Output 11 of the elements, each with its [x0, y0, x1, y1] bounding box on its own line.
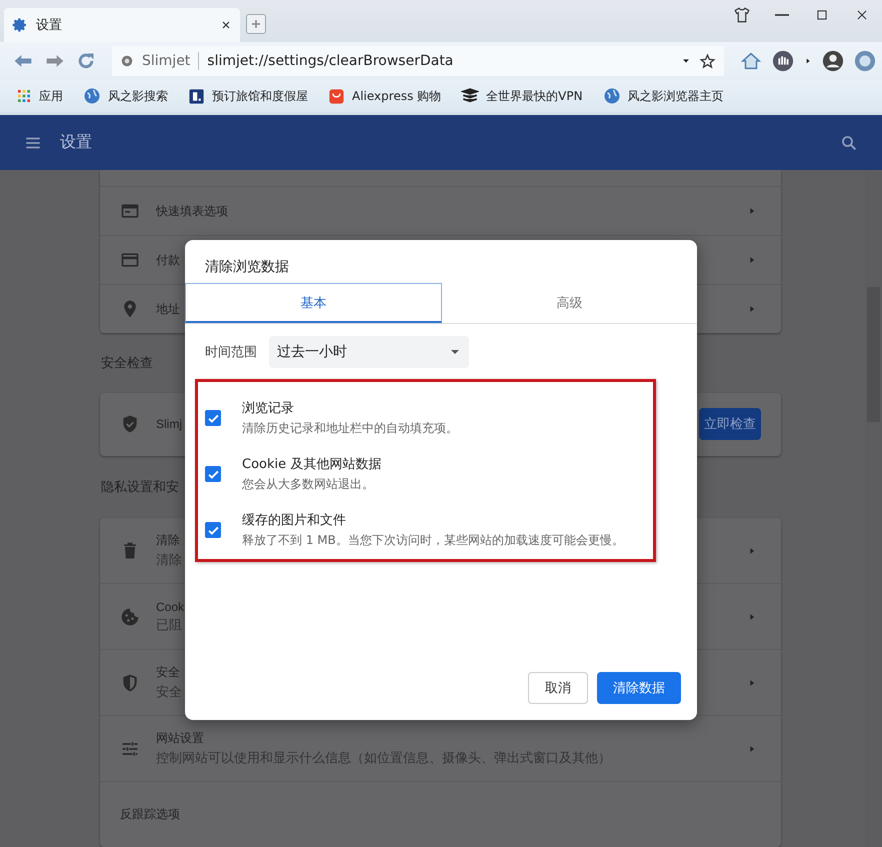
- section-title: 安全检查: [101, 354, 153, 373]
- option-description: 您会从大多数网站退出。: [242, 476, 375, 493]
- page-title: 设置: [60, 132, 92, 153]
- option-title: Cookie 及其他网站数据: [242, 456, 382, 473]
- option-title: 缓存的图片和文件: [242, 512, 347, 529]
- time-range-label: 时间范围: [205, 344, 257, 361]
- option-description: 释放了不到 1 MB。当您下次访问时，某些网站的加载速度可能会更慢。: [242, 532, 624, 549]
- dialog-title: 清除浏览数据: [205, 258, 290, 276]
- option-description: 清除历史记录和地址栏中的自动填充项。: [242, 420, 458, 437]
- section-title: 隐私设置和安: [101, 478, 179, 497]
- option-title: 浏览记录: [242, 400, 295, 417]
